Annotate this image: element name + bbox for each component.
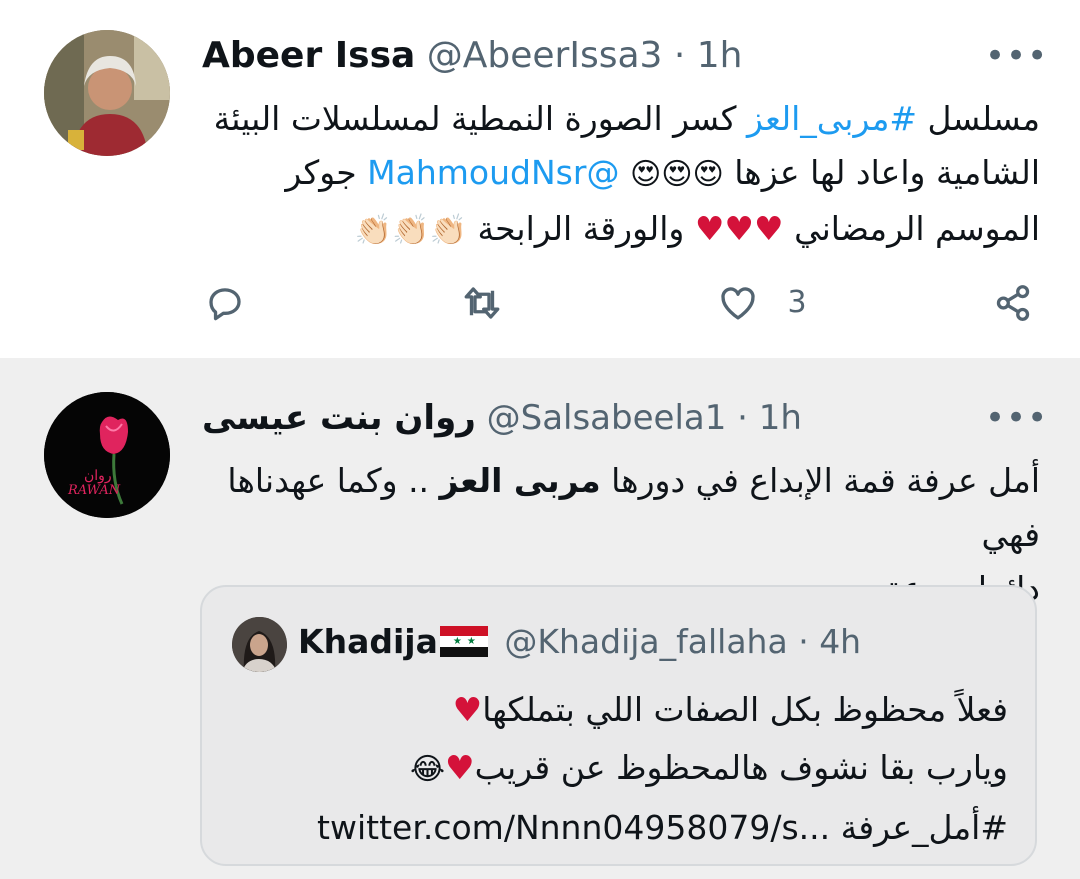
- separator: ·: [737, 398, 748, 438]
- avatar-caption: روان: [84, 468, 112, 484]
- author-name[interactable]: Abeer Issa: [202, 35, 415, 76]
- retweet-icon: [464, 287, 500, 319]
- more-options-icon[interactable]: •••: [985, 401, 1047, 438]
- reply-button[interactable]: [204, 282, 246, 324]
- like-button[interactable]: 3: [716, 282, 807, 324]
- red-heart-emoji: ♥♥♥: [694, 209, 784, 248]
- share-button[interactable]: [992, 282, 1034, 324]
- tweet-line-1: أمل عرفة قمة الإبداع في دورها مربى العز …: [227, 461, 1040, 554]
- url-link: twitter.com/Nnnn04958079/s...: [317, 808, 831, 847]
- red-heart-emoji: ♥: [452, 690, 483, 729]
- hashtag-link[interactable]: #مربى_العز: [747, 99, 917, 138]
- quote-line-1: فعلاً محظوظ بكل الصفات اللي بتملكها♥: [452, 690, 1008, 729]
- quote-line-3: #أمل_عرفة twitter.com/Nnnn04958079/s...: [232, 799, 1008, 857]
- quoted-tweet[interactable]: Khadija ★ ★ @Khadija_fallaha · 4h فعلاً مح…: [200, 585, 1037, 866]
- bold-title: مربى العز: [439, 461, 601, 500]
- author-handle[interactable]: @AbeerIssa3: [427, 35, 663, 76]
- tweet-text: مسلسل #مربى_العز كسر الصورة النمطية لمسل…: [180, 92, 1040, 258]
- author-handle[interactable]: @Salsabeela1: [487, 398, 727, 438]
- retweet-button[interactable]: [460, 282, 504, 324]
- hashtag-link: #أمل_عرفة: [840, 808, 1008, 847]
- tweet-abeer-issa[interactable]: Abeer Issa @AbeerIssa3 · 1h ••• مسلسل #م…: [0, 0, 1080, 358]
- quote-line-2: ويارب بقا نشوف هالمحظوظ عن قريب♥😂: [409, 748, 1008, 787]
- share-icon: [996, 285, 1030, 321]
- timestamp[interactable]: 1h: [759, 398, 802, 438]
- quote-header: Khadija ★ ★ @Khadija_fallaha · 4h: [298, 620, 861, 664]
- avatar[interactable]: [44, 30, 170, 156]
- author-handle: @Khadija_fallaha: [504, 622, 788, 661]
- clapping-hands-emoji: 👏🏻👏🏻👏🏻: [354, 213, 467, 248]
- author-name[interactable]: روان بنت عيسى: [202, 398, 476, 438]
- timestamp: 4h: [819, 622, 862, 661]
- timestamp[interactable]: 1h: [697, 35, 743, 76]
- like-count: 3: [787, 285, 807, 320]
- tweet-line-1: مسلسل #مربى_العز كسر الصورة النمطية لمسل…: [213, 99, 1040, 138]
- more-options-icon[interactable]: •••: [985, 39, 1047, 76]
- syria-flag-icon: ★ ★: [439, 625, 488, 658]
- reply-icon: [209, 288, 241, 321]
- separator: ·: [673, 35, 686, 76]
- quote-text: فعلاً محظوظ بكل الصفات اللي بتملكها♥ ويا…: [232, 681, 1008, 857]
- red-heart-emoji: ♥: [445, 748, 475, 787]
- separator: ·: [798, 622, 809, 661]
- author-name: Khadija: [298, 622, 438, 661]
- heart-icon: [721, 287, 755, 320]
- avatar: [232, 617, 287, 672]
- tweet-header: Abeer Issa @AbeerIssa3 · 1h: [202, 34, 743, 78]
- heart-eyes-emoji: 😍😍😍: [629, 157, 724, 192]
- laughing-emoji: 😂: [409, 752, 446, 787]
- avatar-logo-text: RAWAN: [67, 483, 121, 498]
- tweet-line-2: الشامية واعاد لها عزها 😍😍😍 @MahmoudNsr ج…: [285, 153, 1040, 192]
- mention-link[interactable]: @MahmoudNsr: [367, 153, 619, 192]
- tweet-header: روان بنت عيسى @Salsabeela1 · 1h: [202, 396, 802, 440]
- tweet-line-3: الموسم الرمضاني ♥♥♥ والورقة الرابحة 👏🏻👏🏻…: [354, 209, 1040, 248]
- avatar[interactable]: روان RAWAN: [44, 392, 170, 518]
